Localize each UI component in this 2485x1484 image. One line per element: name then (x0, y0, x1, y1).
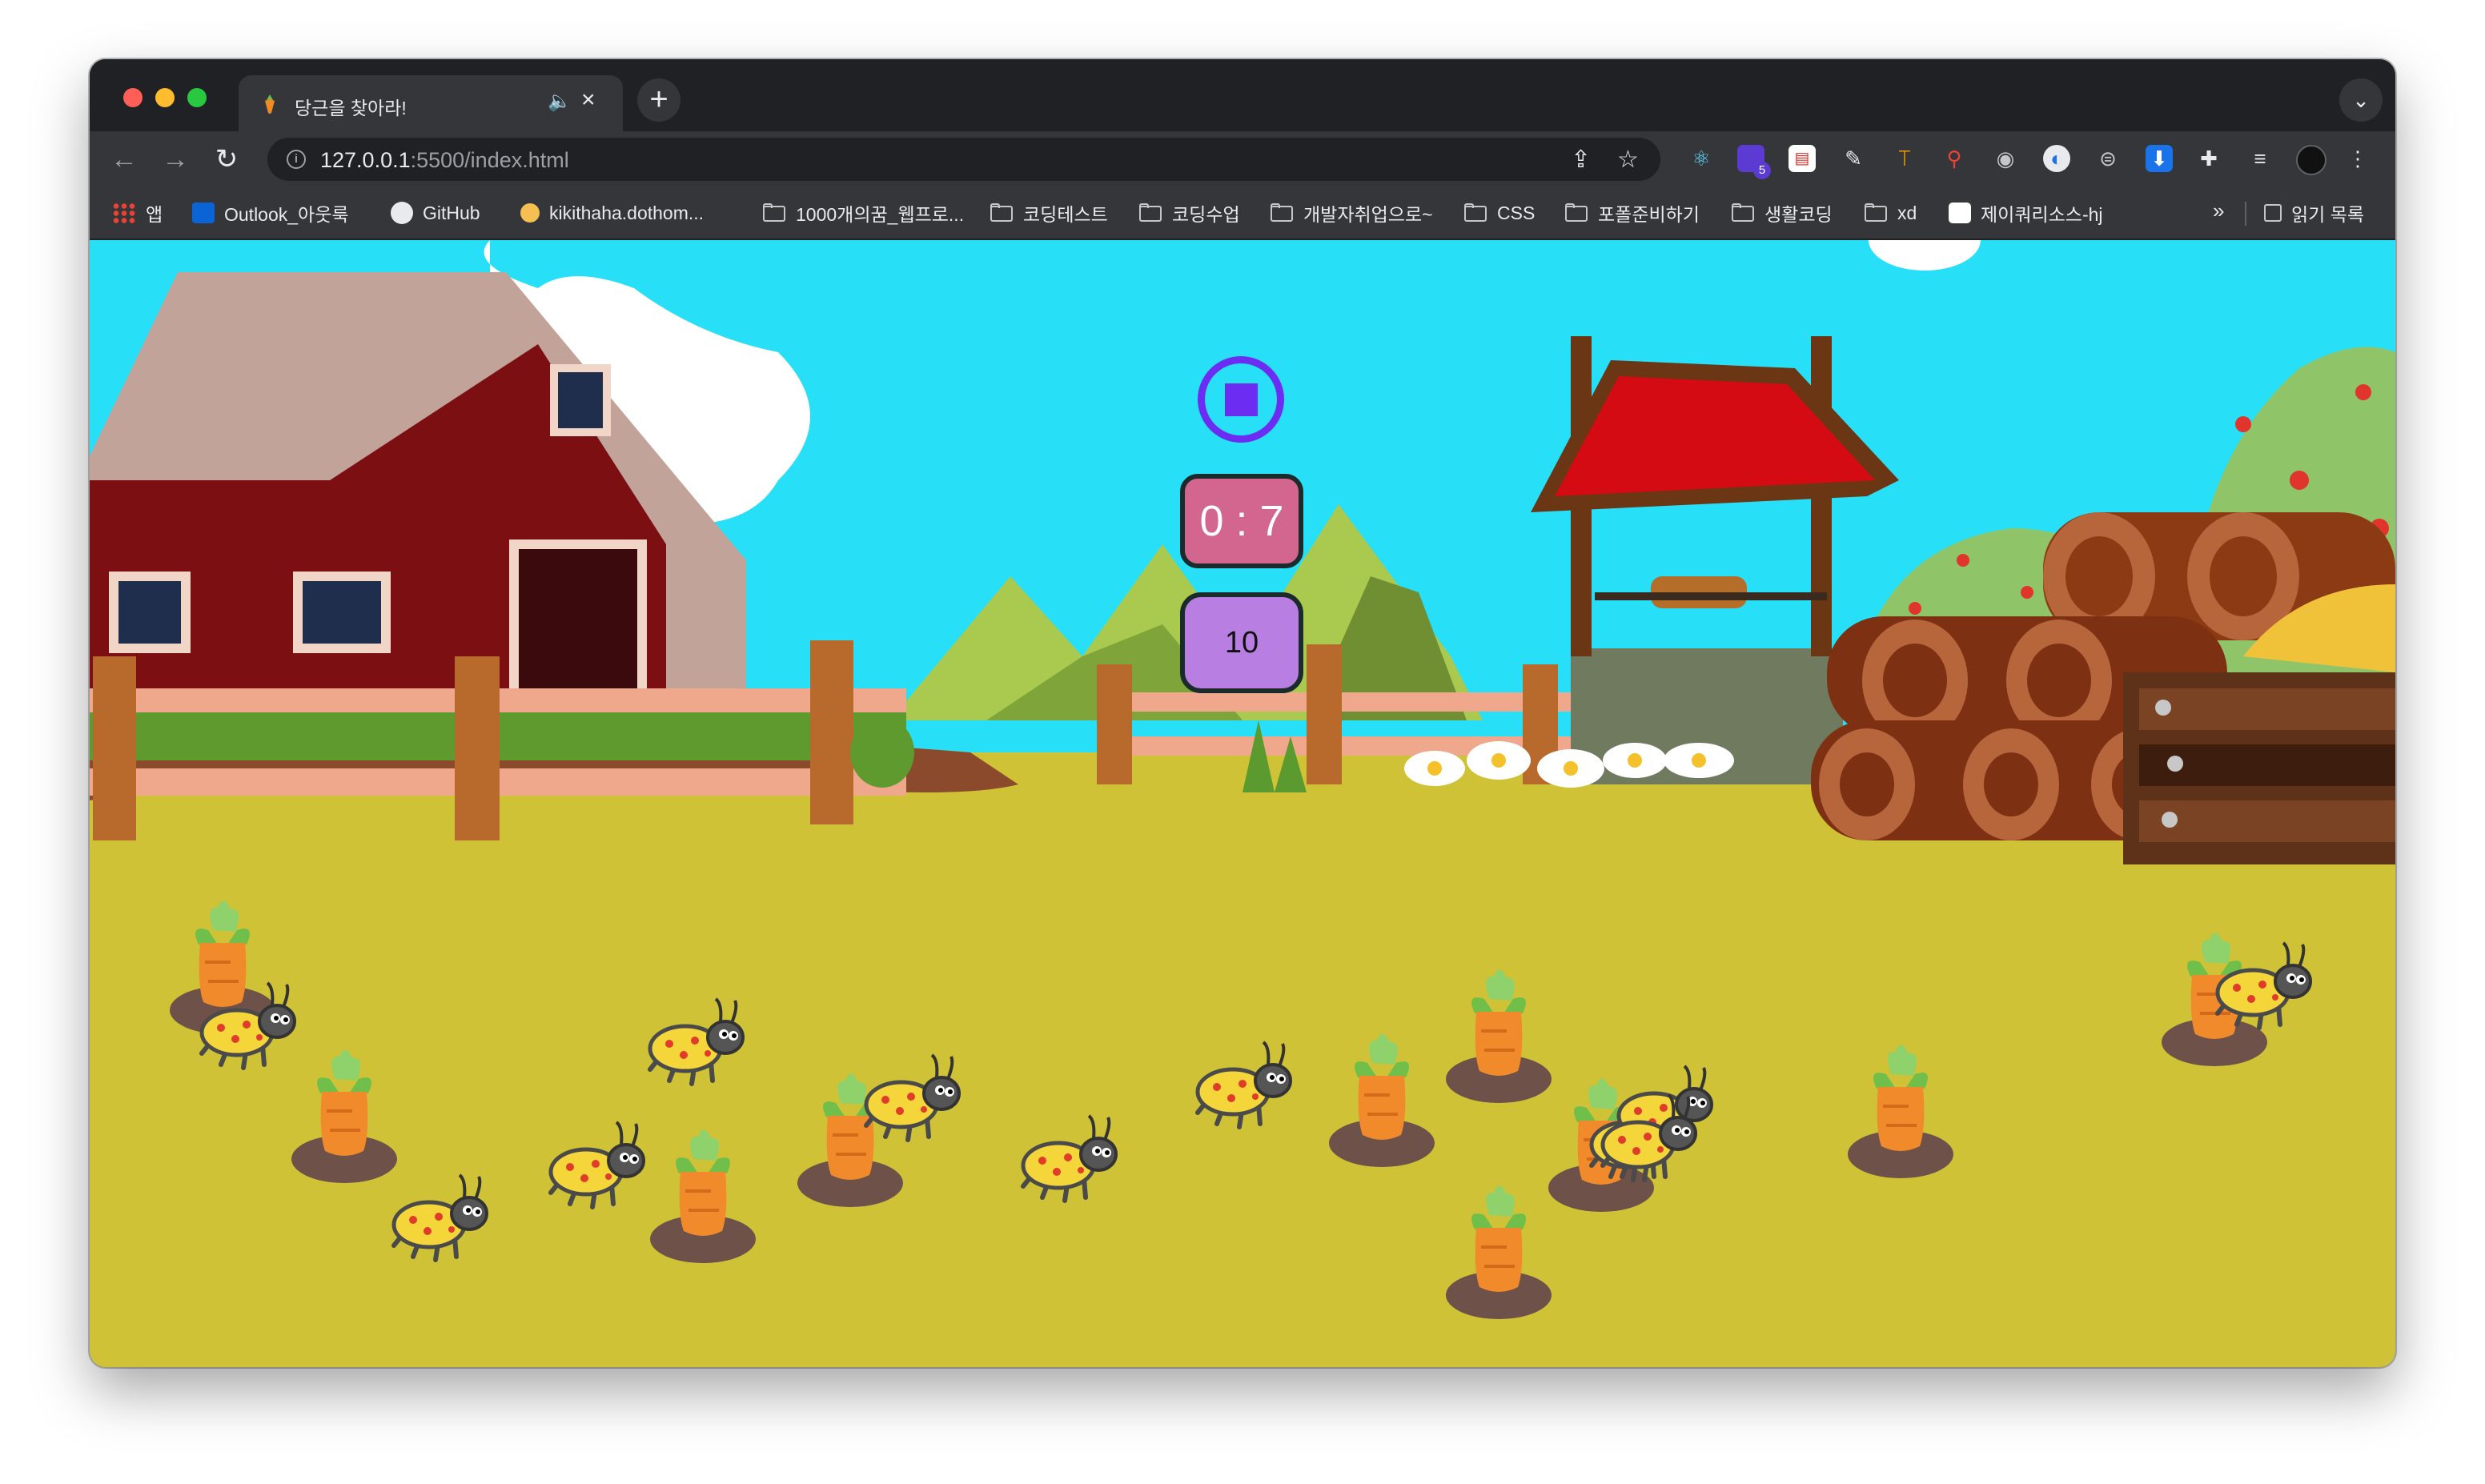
pen-extension-icon[interactable]: ✎ (1840, 145, 1867, 172)
color-picker-icon[interactable]: ⚲ (1941, 145, 1968, 172)
carrot[interactable] (639, 1125, 767, 1285)
browser-window: 당근을 찾아라! 🔈 × + ⌄ ← → ↻ i 127.0.0.1:5500/… (90, 59, 2395, 1367)
menu-kebab-icon[interactable]: ⋮ (2346, 145, 2370, 172)
bookmark-kikithaha[interactable]: kikithaha.dothom... (520, 199, 704, 227)
bug[interactable] (194, 977, 306, 1081)
ruler-extension-icon[interactable]: ⟙ (1891, 145, 1918, 172)
bookmark-folder-devjob[interactable]: 개발자취업으로~ (1270, 199, 1433, 227)
bug[interactable] (1015, 1109, 1127, 1213)
url-path: :5500/index.html (410, 148, 569, 172)
carrot[interactable] (1318, 1029, 1446, 1189)
bug[interactable] (642, 993, 754, 1097)
download-extension-icon[interactable]: ⬇ (2146, 145, 2173, 172)
apps-grid-icon (112, 203, 136, 223)
close-window-button[interactable] (123, 88, 143, 107)
bookmark-jquery[interactable]: 제이쿼리소스-hj (1949, 199, 2103, 227)
reading-list-icon (2264, 204, 2282, 222)
extensions-puzzle-icon[interactable]: ✚ (2195, 145, 2222, 172)
folder-icon (1138, 203, 1162, 223)
folder-icon (1564, 203, 1588, 223)
toolbar: ← → ↻ i 127.0.0.1:5500/index.html ⇪ ☆ ⚛ … (90, 131, 2395, 187)
bookmark-apps[interactable]: 앱 (112, 199, 163, 227)
bug[interactable] (543, 1116, 655, 1220)
bug[interactable] (858, 1049, 970, 1153)
profile-extension-icon[interactable]: ◐ (2043, 145, 2070, 172)
address-bar[interactable]: i 127.0.0.1:5500/index.html ⇪ ☆ (267, 138, 1660, 181)
stop-game-button[interactable] (1198, 356, 1284, 443)
profile-avatar-icon[interactable] (2296, 145, 2326, 175)
site-info-icon[interactable]: i (287, 150, 306, 169)
carrot-favicon-icon (265, 94, 275, 114)
bookmarks-overflow-button[interactable]: » (2213, 199, 2224, 223)
new-tab-button[interactable]: + (637, 78, 680, 122)
extension-badge-count: 5 (1753, 162, 1771, 179)
share-icon[interactable]: ⇪ (1571, 146, 1591, 174)
game-field: 0 : 7 10 (90, 240, 2395, 1367)
bookmark-outlook[interactable]: Outlook_아웃룩 (192, 199, 349, 227)
reload-button[interactable]: ↻ (208, 141, 245, 178)
site-icon (520, 203, 540, 223)
bookmarks-bar: 앱 Outlook_아웃룩 GitHub kikithaha.dothom...… (90, 187, 2395, 239)
tab-search-button[interactable]: ⌄ (2339, 78, 2383, 122)
reading-list-button[interactable]: 읽기 목록 (2264, 199, 2364, 227)
minimize-window-button[interactable] (155, 88, 175, 107)
back-button[interactable]: ← (106, 141, 143, 178)
bug[interactable] (1595, 1089, 1707, 1193)
calendar-extension-icon[interactable]: ▤ (1788, 145, 1816, 172)
folder-icon (1864, 203, 1888, 223)
carrot-counter: 10 (1180, 592, 1303, 693)
react-devtools-icon[interactable]: ⚛ (1688, 145, 1715, 172)
speaker-icon[interactable]: 🔈 (548, 90, 572, 113)
bug[interactable] (1190, 1036, 1302, 1140)
tab-title: 당근을 찾아라! (295, 98, 407, 118)
bookmark-github[interactable]: GitHub (391, 199, 480, 227)
tab-strip: 당근을 찾아라! 🔈 × + ⌄ (90, 59, 2395, 131)
folder-icon (1731, 203, 1755, 223)
url-host: 127.0.0.1 (320, 148, 411, 172)
media-control-icon[interactable]: ≡ (2246, 145, 2274, 172)
camera-extension-icon[interactable]: ◉ (1992, 145, 2019, 172)
bookmarks-divider (2245, 202, 2246, 226)
tab-active[interactable]: 당근을 찾아라! 🔈 × (239, 75, 623, 131)
game-timer: 0 : 7 (1180, 474, 1303, 568)
site-icon (1949, 203, 1971, 223)
bookmark-folder-css[interactable]: CSS (1463, 199, 1535, 227)
folder-icon (762, 203, 786, 223)
bookmark-folder-codingtest[interactable]: 코딩테스트 (990, 199, 1108, 227)
url-text[interactable]: 127.0.0.1:5500/index.html (320, 148, 569, 173)
bookmark-folder-codingclass[interactable]: 코딩수업 (1138, 199, 1240, 227)
bug[interactable] (2210, 937, 2322, 1041)
stop-icon (1225, 383, 1258, 416)
translate-extension-icon[interactable]: ⊜ (2094, 145, 2122, 172)
bookmark-folder-portfolio[interactable]: 포폴준비하기 (1564, 199, 1700, 227)
folder-icon (1463, 203, 1487, 223)
folder-icon (1270, 203, 1294, 223)
zoom-window-button[interactable] (187, 88, 207, 107)
carrot[interactable] (1837, 1041, 1965, 1201)
outlook-icon (192, 203, 215, 223)
forward-button[interactable]: → (157, 141, 194, 178)
bug[interactable] (386, 1169, 498, 1273)
github-icon (391, 202, 413, 224)
bookmark-star-icon[interactable]: ☆ (1617, 146, 1639, 174)
bookmark-folder-lifecoding[interactable]: 생활코딩 (1731, 199, 1833, 227)
bookmark-folder-xd[interactable]: xd (1864, 199, 1917, 227)
close-tab-icon[interactable]: × (581, 86, 596, 114)
folder-icon (990, 203, 1014, 223)
bookmark-folder-1000dream[interactable]: 1000개의꿈_웹프로... (762, 199, 964, 227)
